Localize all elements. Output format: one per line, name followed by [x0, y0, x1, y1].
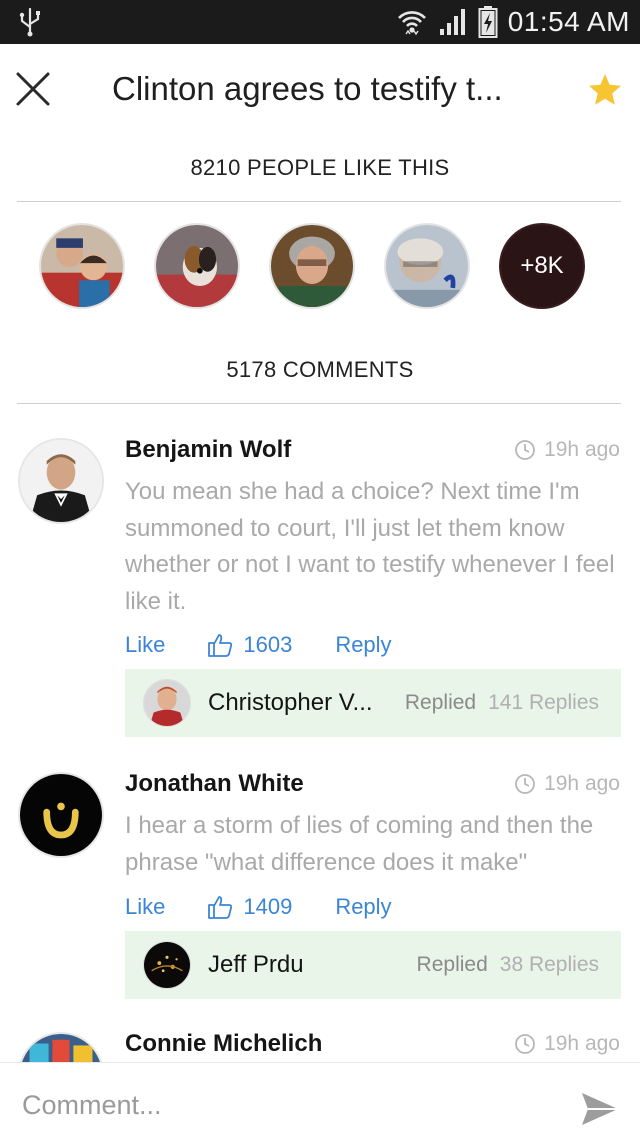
reply-count: 141 Replies — [488, 691, 599, 714]
clock-icon — [515, 1034, 535, 1054]
avatar[interactable] — [18, 772, 104, 858]
reply-button[interactable]: Reply — [335, 894, 391, 920]
clock-icon — [515, 774, 535, 794]
timestamp-text: 19h ago — [544, 438, 620, 461]
like-button[interactable]: Like — [125, 632, 165, 658]
comment-author[interactable]: Jonathan White — [125, 770, 304, 798]
comment-input[interactable] — [22, 1087, 542, 1123]
more-likers-button[interactable]: +8K — [499, 223, 585, 309]
comment-item: Connie Michelich 19h ago — [0, 1030, 640, 1062]
comment-composer — [0, 1062, 640, 1136]
comment-timestamp: 19h ago — [514, 772, 620, 796]
reply-status: Replied — [404, 691, 477, 714]
like-count: 1603 — [243, 632, 293, 657]
liker-avatar[interactable] — [269, 223, 355, 309]
comment-timestamp: 19h ago — [514, 1032, 620, 1056]
likes-count: 8210 PEOPLE LIKE THIS — [190, 155, 450, 180]
liker-avatar[interactable] — [384, 223, 470, 309]
battery-charging-icon — [478, 6, 498, 38]
divider — [17, 201, 621, 202]
comment-text: I hear a storm of lies of coming and the… — [125, 812, 594, 876]
timestamp-text: 19h ago — [544, 1032, 620, 1055]
liker-avatar[interactable] — [39, 223, 125, 309]
thumbs-up-icon — [208, 634, 233, 657]
reply-preview[interactable]: Christopher V... Replied 141 Replies — [125, 669, 621, 737]
divider — [17, 403, 621, 404]
usb-icon — [19, 7, 40, 37]
comment-actions: Like 1603 Reply — [125, 632, 392, 658]
comment-text: You mean she had a choice? Next time I'm… — [125, 478, 615, 615]
reply-button[interactable]: Reply — [335, 632, 391, 658]
comment-timestamp: 19h ago — [514, 438, 620, 462]
reply-preview[interactable]: Jeff Prdu Replied 38 Replies — [125, 931, 621, 999]
thumbs-up-icon — [208, 896, 233, 919]
like-count-button[interactable]: 1409 — [207, 894, 292, 920]
likers-row: +8K — [0, 223, 640, 313]
reply-avatar — [143, 941, 191, 989]
page-title: Clinton agrees to testify t... — [112, 70, 503, 107]
reply-status: Replied — [416, 953, 488, 976]
clock-icon — [515, 440, 535, 460]
like-count: 1409 — [243, 894, 293, 919]
reply-count: 38 Replies — [499, 953, 599, 976]
reply-avatar — [143, 679, 191, 727]
like-button[interactable]: Like — [125, 894, 165, 920]
close-icon[interactable] — [14, 70, 52, 108]
avatar[interactable] — [18, 1032, 104, 1062]
signal-icon — [439, 9, 465, 35]
send-icon[interactable] — [580, 1089, 620, 1129]
reply-author: Christopher V... — [208, 689, 373, 716]
timestamp-text: 19h ago — [544, 772, 620, 795]
wifi-icon — [397, 11, 426, 36]
article-header: Clinton agrees to testify t... — [0, 44, 640, 136]
star-icon[interactable] — [587, 72, 623, 108]
comment-actions: Like 1409 Reply — [125, 894, 392, 920]
avatar[interactable] — [18, 438, 104, 524]
like-count-button[interactable]: 1603 — [207, 632, 292, 658]
status-time: 01:54 AM — [507, 6, 630, 37]
reply-author: Jeff Prdu — [208, 951, 304, 978]
reply-meta: Replied 38 Replies — [417, 953, 599, 977]
status-bar: 01:54 AM — [0, 0, 640, 44]
reply-meta: Replied 141 Replies — [405, 691, 599, 715]
liker-avatar[interactable] — [154, 223, 240, 309]
comment-author[interactable]: Benjamin Wolf — [125, 436, 291, 464]
comments-count: 5178 COMMENTS — [226, 357, 414, 382]
comment-author[interactable]: Connie Michelich — [125, 1030, 322, 1058]
